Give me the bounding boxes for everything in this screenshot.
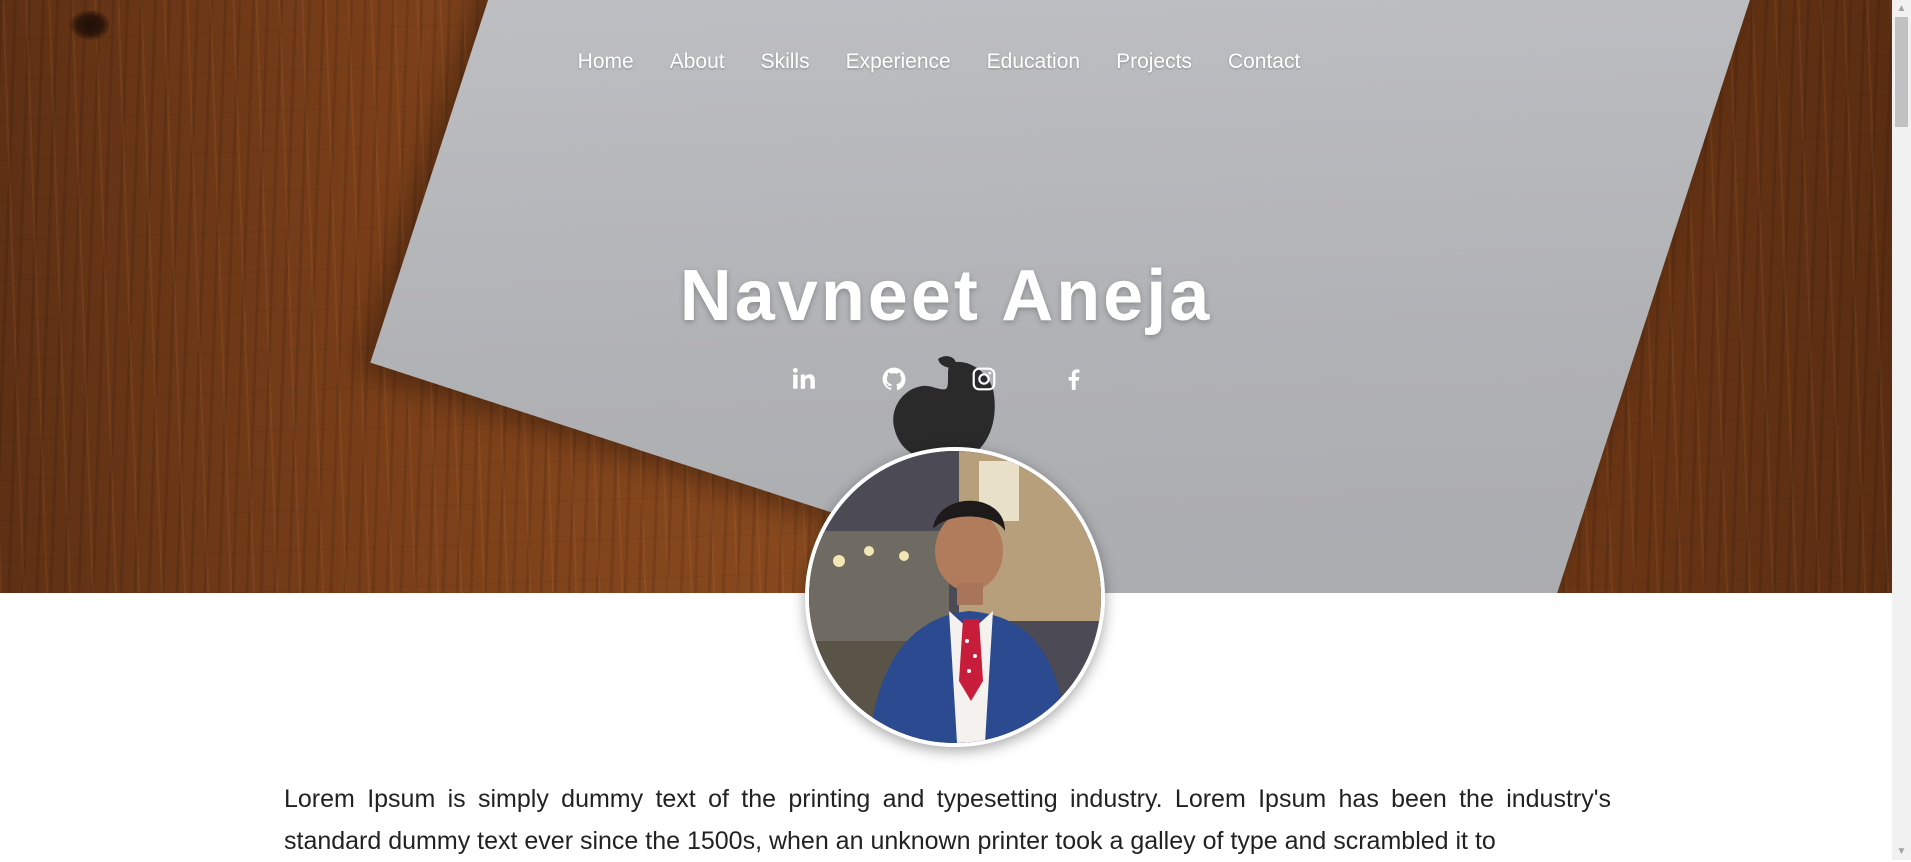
profile-photo [809, 451, 1101, 743]
nav-item-education[interactable]: Education [969, 50, 1098, 74]
wood-knot [70, 10, 110, 40]
instagram-icon [972, 367, 996, 391]
linkedin-link[interactable] [790, 365, 818, 393]
social-links [0, 365, 1892, 393]
github-link[interactable] [880, 365, 908, 393]
hero-name: Navneet Aneja [679, 256, 1213, 336]
profile-avatar [805, 447, 1105, 747]
nav-item-skills[interactable]: Skills [743, 50, 828, 74]
facebook-link[interactable] [1060, 365, 1088, 393]
social-links-group [790, 365, 1088, 393]
facebook-icon [1068, 369, 1080, 390]
main-navigation: Home About Skills Experience Education P… [0, 50, 1892, 74]
linkedin-icon [792, 367, 815, 389]
nav-item-about[interactable]: About [652, 50, 743, 74]
scroll-thumb[interactable] [1895, 17, 1908, 127]
github-icon [882, 367, 906, 391]
scroll-down-arrow-icon[interactable]: ▼ [1892, 843, 1911, 860]
nav-item-experience[interactable]: Experience [828, 50, 969, 74]
page-scrollbar[interactable]: ▲ ▼ [1892, 0, 1911, 860]
instagram-link[interactable] [970, 365, 998, 393]
nav-list: Home About Skills Experience Education P… [560, 50, 1319, 74]
nav-item-home[interactable]: Home [560, 50, 652, 74]
about-paragraph: Lorem Ipsum is simply dummy text of the … [284, 785, 1611, 855]
nav-item-contact[interactable]: Contact [1210, 50, 1318, 74]
nav-item-projects[interactable]: Projects [1098, 50, 1210, 74]
scroll-up-arrow-icon[interactable]: ▲ [1892, 0, 1911, 17]
